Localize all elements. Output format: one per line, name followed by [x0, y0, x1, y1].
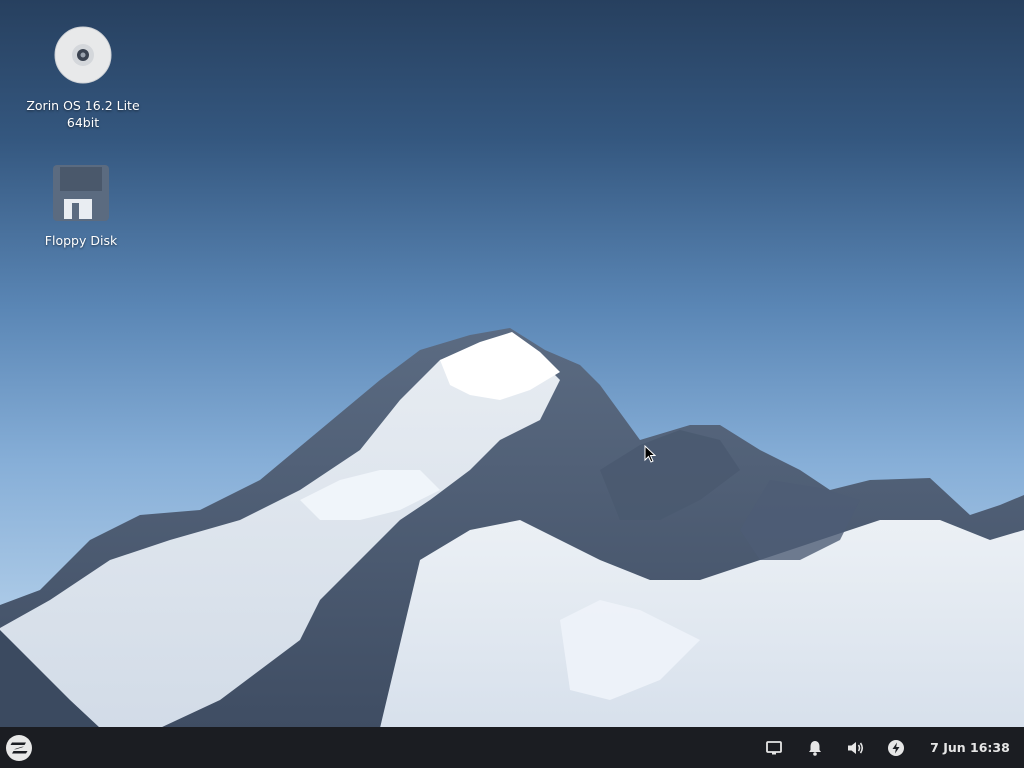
mountain-wallpaper — [0, 328, 1024, 728]
zorin-logo-icon — [6, 735, 32, 761]
desktop-icon-label: Floppy Disk — [44, 233, 118, 248]
cd-disc-icon — [54, 26, 112, 84]
clock[interactable]: 7 Jun 16:38 — [924, 739, 1016, 757]
floppy-disk-icon — [52, 164, 110, 222]
desktop-icon-floppy-disk[interactable]: Floppy Disk — [16, 164, 146, 249]
desktop-icon-zorin-os-disc[interactable]: Zorin OS 16.2 Lite 64bit — [18, 26, 148, 131]
zorin-menu-button[interactable] — [4, 733, 34, 763]
mouse-pointer-icon — [644, 445, 656, 463]
volume-icon[interactable] — [845, 737, 867, 759]
taskbar: 7 Jun 16:38 — [0, 727, 1024, 768]
display-icon[interactable] — [763, 737, 785, 759]
notification-bell-icon[interactable] — [804, 737, 826, 759]
desktop[interactable]: Zorin OS 16.2 Lite 64bit Floppy Disk 7 J… — [0, 0, 1024, 768]
desktop-icon-label: Zorin OS 16.2 Lite 64bit — [26, 98, 140, 130]
power-icon[interactable] — [885, 737, 907, 759]
